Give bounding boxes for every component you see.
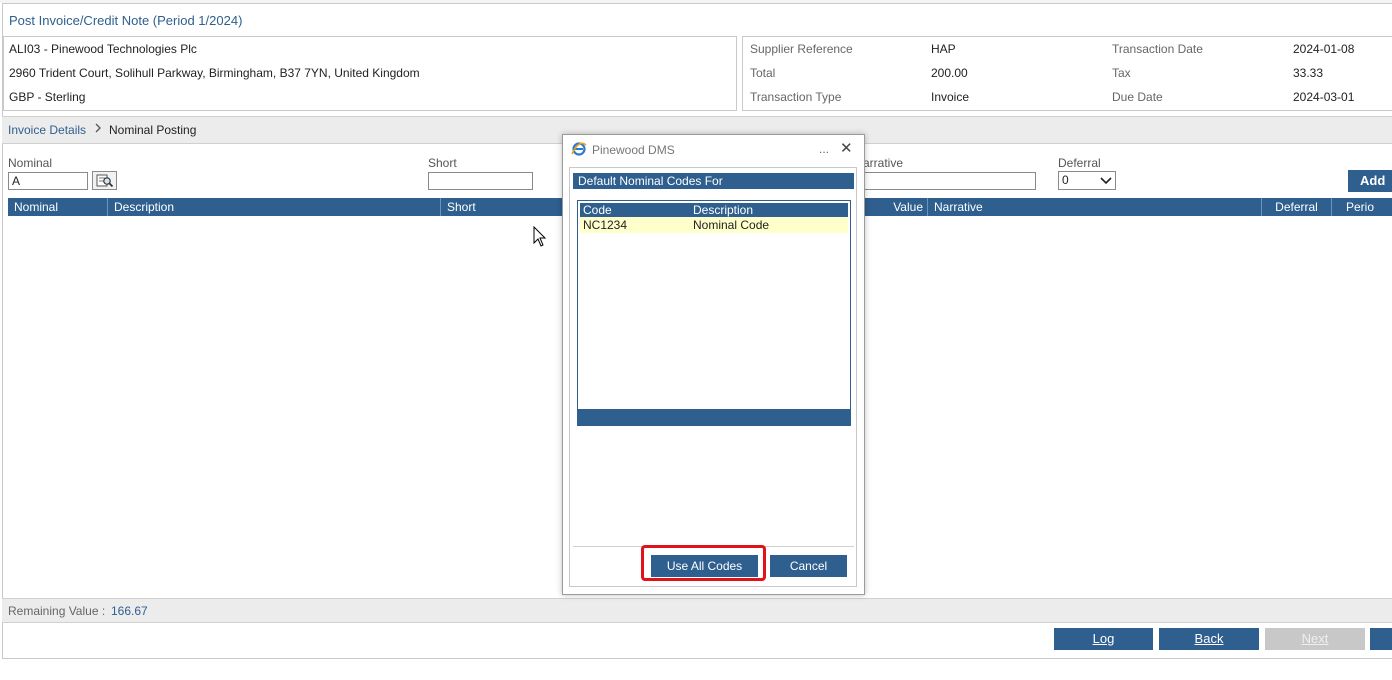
supplier-reference-label: Supplier Reference [750, 42, 853, 56]
chevron-down-icon [1100, 175, 1112, 189]
log-button-label: Log [1092, 631, 1115, 646]
nominal-codes-grid: Code Description NC1234 Nominal Code [577, 200, 851, 426]
cancel-button[interactable]: Cancel [770, 555, 847, 577]
breadcrumb-invoice-details-link[interactable]: Invoice Details [8, 123, 86, 137]
lookup-icon[interactable] [92, 171, 117, 190]
remaining-value: 166.67 [111, 604, 148, 618]
short-label: Short [428, 156, 457, 170]
annotation-highlight [641, 545, 766, 581]
short-input[interactable] [428, 172, 533, 190]
grid-cell-description: Nominal Code [693, 218, 770, 232]
grid-footer [578, 409, 850, 425]
back-button[interactable]: Back [1159, 628, 1259, 650]
supplier-panel: ALI03 - Pinewood Technologies Plc 2960 T… [3, 36, 737, 111]
column-header-narrative[interactable]: Narrative [927, 198, 1261, 216]
transaction-type-label: Transaction Type [750, 90, 842, 104]
finish-button[interactable] [1370, 628, 1392, 650]
column-header-deferral[interactable]: Deferral [1261, 198, 1331, 216]
column-header-period[interactable]: Perio [1331, 198, 1392, 216]
due-date-label: Due Date [1112, 90, 1163, 104]
next-button[interactable]: Next [1265, 628, 1365, 650]
supplier-reference-value: HAP [931, 42, 956, 56]
back-button-label: Back [1194, 631, 1224, 646]
remaining-value-label: Remaining Value : [8, 604, 106, 618]
transaction-type-value: Invoice [931, 90, 970, 104]
dialog-body: Default Nominal Codes For Code Descripti… [569, 167, 857, 587]
top-divider [0, 0, 1392, 3]
dialog-heading: Default Nominal Codes For [573, 173, 854, 189]
remaining-value-bar: Remaining Value : 166.67 [2, 598, 1392, 623]
grid-column-code[interactable]: Code [583, 203, 612, 217]
page-title: Post Invoice/Credit Note (Period 1/2024) [9, 13, 243, 28]
close-icon[interactable]: ✕ [840, 139, 853, 157]
grid-column-description[interactable]: Description [693, 203, 753, 217]
due-date-value: 2024-03-01 [1293, 90, 1355, 104]
tax-value: 33.33 [1293, 66, 1324, 80]
grid-header: Code Description [580, 203, 848, 217]
mouse-pointer-icon [533, 225, 547, 250]
deferral-label: Deferral [1058, 156, 1101, 170]
dialog-window-title: Pinewood DMS [592, 143, 675, 157]
deferral-select-value: 0 [1062, 173, 1069, 187]
deferral-select[interactable]: 0 [1058, 171, 1116, 190]
grid-row[interactable]: NC1234 Nominal Code [580, 217, 848, 233]
supplier-address: 2960 Trident Court, Solihull Parkway, Bi… [9, 66, 420, 80]
narrative-label: arrative [863, 156, 904, 170]
ie-icon [571, 141, 587, 160]
narrative-input[interactable] [858, 172, 1036, 190]
column-header-value[interactable]: Value [863, 198, 927, 216]
log-button[interactable]: Log [1054, 628, 1153, 650]
total-label: Total [750, 66, 776, 80]
supplier-name: ALI03 - Pinewood Technologies Plc [9, 42, 197, 56]
transaction-date-value: 2024-01-08 [1293, 42, 1355, 56]
total-value: 200.00 [931, 66, 968, 80]
chevron-right-icon [94, 122, 102, 137]
transaction-summary-panel: Supplier Reference HAP Transaction Date … [742, 36, 1392, 111]
nominal-label: Nominal [8, 156, 53, 170]
tax-label: Tax [1112, 66, 1131, 80]
more-options-icon[interactable]: ... [819, 142, 829, 156]
transaction-date-label: Transaction Date [1112, 42, 1203, 56]
column-header-nominal[interactable]: Nominal [8, 198, 108, 216]
grid-cell-code: NC1234 [583, 218, 628, 232]
next-button-label: Next [1301, 631, 1329, 646]
default-nominal-codes-dialog: Pinewood DMS ... ✕ Default Nominal Codes… [562, 134, 865, 595]
add-button[interactable]: Add [1348, 170, 1392, 192]
column-header-description[interactable]: Description [107, 198, 440, 216]
nominal-input[interactable]: A [8, 172, 88, 190]
breadcrumb-current: Nominal Posting [109, 123, 197, 137]
supplier-currency: GBP - Sterling [9, 90, 86, 104]
